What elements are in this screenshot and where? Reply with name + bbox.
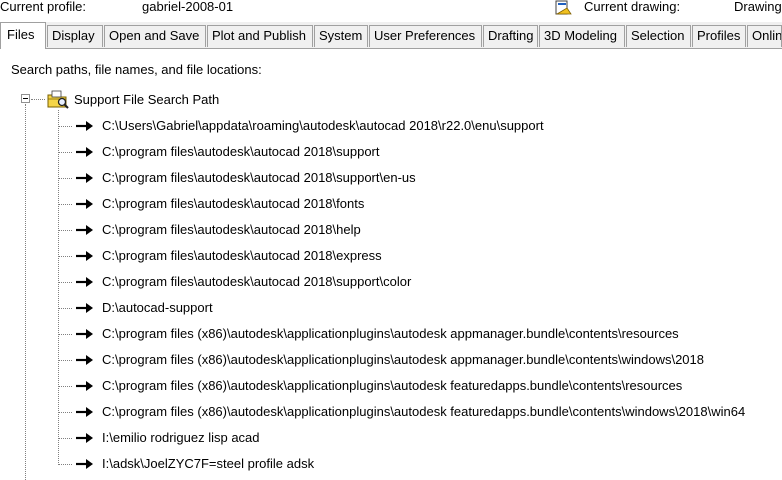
tree-item-path: C:\program files\autodesk\autocad 2018\s…	[102, 170, 416, 185]
tree-guide-line	[31, 99, 45, 100]
tree-item-path: C:\program files\autodesk\autocad 2018\e…	[102, 248, 382, 263]
arrow-right-icon	[74, 301, 96, 315]
tree-item-path: C:\program files\autodesk\autocad 2018\h…	[102, 222, 361, 237]
arrow-right-icon	[74, 145, 96, 159]
tree-guide-line	[58, 282, 72, 283]
tree-item-path: C:\program files (x86)\autodesk\applicat…	[102, 326, 679, 341]
tree-item[interactable]: C:\Users\Gabriel\appdata\roaming\autodes…	[58, 116, 782, 136]
tree-item-path: C:\program files (x86)\autodesk\applicat…	[102, 378, 683, 393]
tree-item[interactable]: I:\adsk\JoelZYC7F=steel profile adsk	[58, 454, 782, 474]
arrow-right-icon	[74, 249, 96, 263]
tree-root-support-file-search-path[interactable]: Support File Search Path	[74, 92, 219, 107]
tree-item[interactable]: C:\program files\autodesk\autocad 2018\f…	[58, 194, 782, 214]
tree-item-path: C:\program files (x86)\autodesk\applicat…	[102, 352, 704, 367]
tree-item-path: D:\autocad-support	[102, 300, 213, 315]
tree-guide-line	[25, 104, 26, 480]
tree-item[interactable]: C:\program files\autodesk\autocad 2018\s…	[58, 168, 782, 188]
folder-search-icon	[46, 90, 70, 110]
tree-item[interactable]: C:\program files (x86)\autodesk\applicat…	[58, 324, 782, 344]
tree-guide-line	[58, 230, 72, 231]
tree-guide-line	[58, 308, 72, 309]
collapse-toggle-icon[interactable]	[21, 94, 30, 103]
tree-item[interactable]: C:\program files\autodesk\autocad 2018\s…	[58, 142, 782, 162]
tree-item[interactable]: C:\program files (x86)\autodesk\applicat…	[58, 376, 782, 396]
tree-guide-line	[58, 152, 72, 153]
tree-item[interactable]: D:\autocad-support	[58, 298, 782, 318]
tree-guide-line	[58, 412, 72, 413]
tree-guide-line	[58, 204, 72, 205]
tree-item[interactable]: C:\program files (x86)\autodesk\applicat…	[58, 402, 782, 422]
arrow-right-icon	[74, 327, 96, 341]
tab-files[interactable]: Files	[0, 22, 46, 49]
tree-guide-line	[58, 334, 72, 335]
tree-item[interactable]: C:\program files\autodesk\autocad 2018\h…	[58, 220, 782, 240]
arrow-right-icon	[74, 353, 96, 367]
tree-item[interactable]: I:\emilio rodriguez lisp acad	[58, 428, 782, 448]
tree-item[interactable]: C:\program files (x86)\autodesk\applicat…	[58, 350, 782, 370]
tree-item[interactable]: C:\program files\autodesk\autocad 2018\e…	[58, 246, 782, 266]
arrow-right-icon	[74, 119, 96, 133]
arrow-right-icon	[74, 379, 96, 393]
tree-item-path: C:\program files\autodesk\autocad 2018\f…	[102, 196, 365, 211]
arrow-right-icon	[74, 275, 96, 289]
tree-guide-line	[58, 178, 72, 179]
search-path-tree[interactable]: Support File Search Path C:\Users\Gabrie…	[0, 0, 782, 480]
tree-item[interactable]: C:\program files\autodesk\autocad 2018\s…	[58, 272, 782, 292]
tree-guide-line	[58, 256, 72, 257]
arrow-right-icon	[74, 171, 96, 185]
tree-item-path: I:\adsk\JoelZYC7F=steel profile adsk	[102, 456, 315, 471]
tree-guide-line	[58, 438, 72, 439]
tree-guide-line	[58, 126, 72, 127]
tree-item-path: C:\program files (x86)\autodesk\applicat…	[102, 404, 746, 419]
tree-item-path: C:\Users\Gabriel\appdata\roaming\autodes…	[102, 118, 544, 133]
tree-guide-line	[58, 386, 72, 387]
arrow-right-icon	[74, 197, 96, 211]
tree-item-path: C:\program files\autodesk\autocad 2018\s…	[102, 274, 412, 289]
arrow-right-icon	[74, 223, 96, 237]
arrow-right-icon	[74, 405, 96, 419]
tree-item-path: C:\program files\autodesk\autocad 2018\s…	[102, 144, 380, 159]
tree-guide-line	[58, 464, 72, 465]
arrow-right-icon	[74, 431, 96, 445]
tree-guide-line	[58, 360, 72, 361]
tree-item-path: I:\emilio rodriguez lisp acad	[102, 430, 260, 445]
arrow-right-icon	[74, 457, 96, 471]
